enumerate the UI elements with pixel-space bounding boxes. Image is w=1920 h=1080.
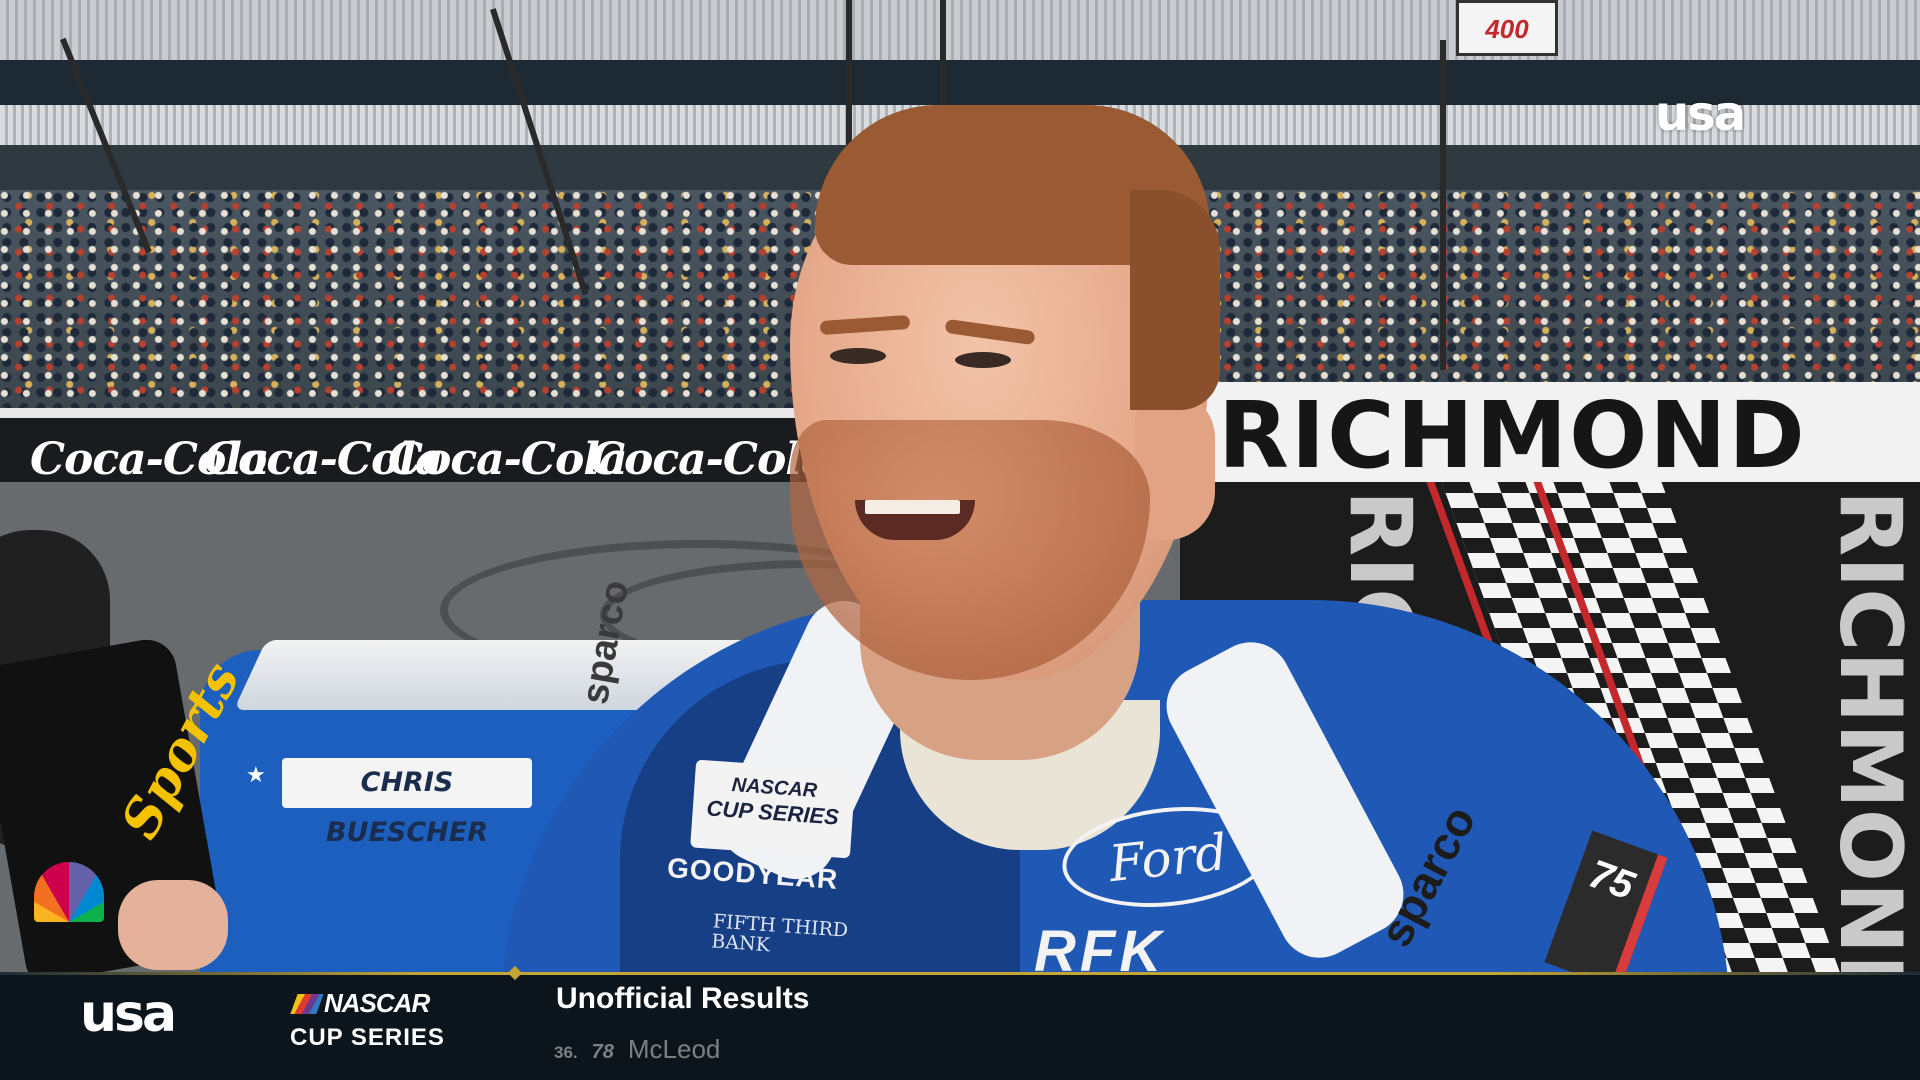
nascar-bars-icon bbox=[290, 994, 324, 1014]
video-frame: 400 Coca-Cola Coca-Cola Coca-Cola Coca-C… bbox=[0, 0, 1920, 1080]
driver-eye bbox=[955, 352, 1011, 368]
result-driver-name: McLeod bbox=[627, 1034, 721, 1064]
car-driver-name-decal: CHRIS BUESCHER bbox=[282, 758, 532, 848]
driver-eye bbox=[830, 348, 886, 364]
ticker-series-brand-text: NASCAR bbox=[324, 988, 430, 1018]
results-ticker bbox=[0, 972, 1920, 1080]
fifth-third-bank-logo: FIFTH THIRD BANK bbox=[710, 910, 849, 960]
ticker-title: Unofficial Results bbox=[556, 982, 810, 1015]
ticker-network-logo: usa bbox=[80, 984, 177, 1044]
ticker-result-row: 36. 78 McLeod bbox=[554, 1034, 720, 1065]
reporter-hand bbox=[118, 880, 228, 970]
event-sign: 400 bbox=[1456, 0, 1558, 56]
result-position: 36. bbox=[554, 1043, 578, 1062]
light-pole bbox=[846, 0, 852, 160]
ticker-series-name: CUP SERIES bbox=[290, 1024, 445, 1051]
network-bug-logo: usa bbox=[1655, 86, 1746, 142]
light-pole bbox=[1440, 40, 1446, 370]
driver-hair-side bbox=[1130, 190, 1220, 410]
driver-teeth bbox=[865, 500, 960, 514]
ticker-series-brand: NASCAR bbox=[290, 988, 430, 1019]
light-pole bbox=[940, 0, 946, 110]
fifth-third-line2: BANK bbox=[710, 930, 771, 957]
track-painted-venue-name: RICHMOND bbox=[1820, 490, 1920, 1026]
venue-sign: RICHMOND bbox=[1218, 382, 1807, 489]
texas-flag-icon: ★ bbox=[246, 762, 266, 787]
ticker-accent-line bbox=[0, 972, 1920, 975]
result-car-number: 78 bbox=[591, 1041, 614, 1063]
nascar-cup-series-patch: NASCAR CUP SERIES bbox=[690, 759, 856, 859]
